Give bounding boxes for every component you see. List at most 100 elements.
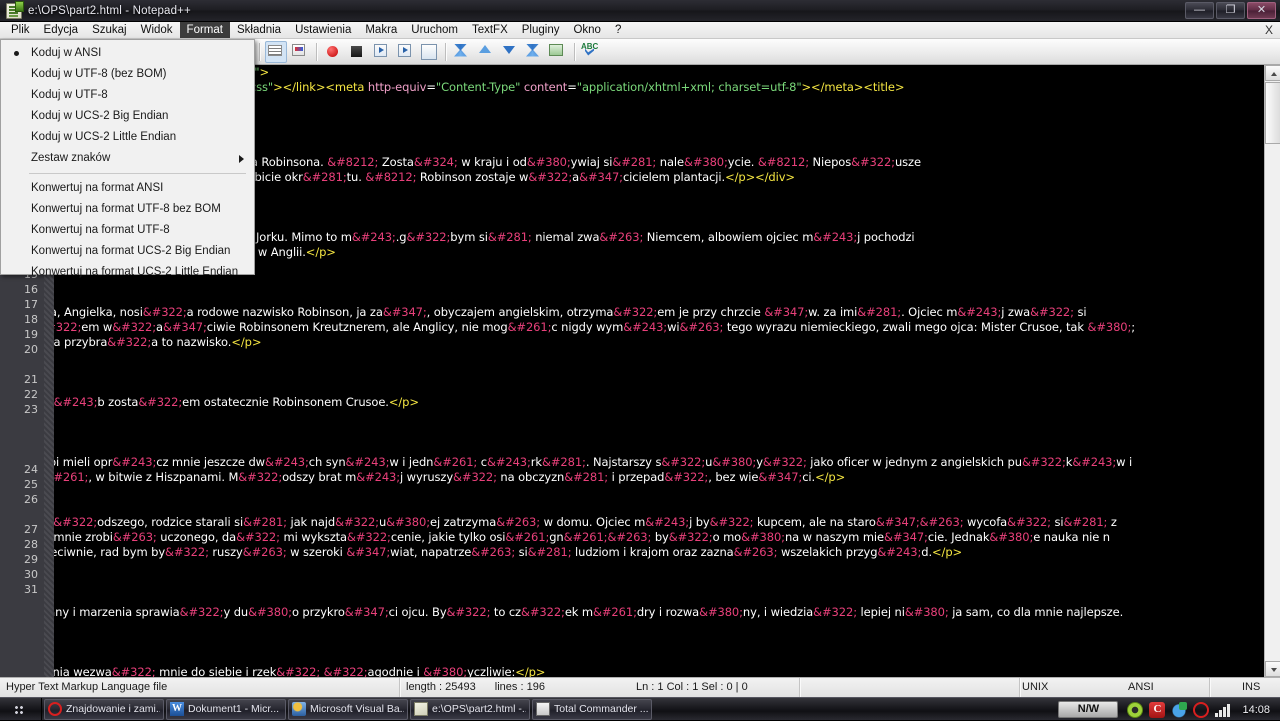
menu-item-koduj-w-ucs-2-little-endian[interactable]: Koduj w UCS-2 Little Endian	[1, 127, 254, 148]
menu-item-format[interactable]: Format	[179, 22, 230, 38]
code-token: Matka moja, Angielka, nosi	[54, 305, 143, 319]
code-token: agodnie i	[367, 665, 424, 677]
code-token: ywiaj si	[570, 155, 613, 169]
menu-item-skladnia[interactable]: Składnia	[230, 22, 288, 38]
menu-item-szukaj[interactable]: Szukaj	[85, 22, 134, 38]
menu-item-help[interactable]: ?	[608, 22, 628, 38]
menu-item-zestaw-znak-w[interactable]: Zestaw znaków	[1, 148, 254, 169]
menu-item-uruchom[interactable]: Uruchom	[404, 22, 465, 38]
taskbar-item-3[interactable]: e:\OPS\part2.html -...	[410, 698, 530, 720]
code-token: &#347;	[344, 605, 389, 619]
network-status-badge[interactable]: N/W	[1058, 701, 1119, 718]
code-token: ciwie Robinsonem Kreutznerem, ale Anglic…	[206, 320, 508, 334]
stop-macro-button[interactable]	[346, 41, 368, 63]
taskbar-item-0[interactable]: Znajdowanie i zami...	[44, 698, 164, 720]
sort-descending-button[interactable]	[451, 41, 473, 63]
format-dropdown-menu[interactable]: Koduj w ANSI Koduj w UTF-8 (bez BOM) Koduj…	[0, 39, 255, 278]
record-macro-button[interactable]	[322, 41, 344, 63]
menu-item-konwertuj-na-format-ucs-2-little-endian[interactable]: Konwertuj na format UCS-2 Little Endian	[1, 262, 254, 283]
code-token: &#263;	[496, 515, 541, 529]
print-preview-button[interactable]	[547, 41, 569, 63]
opera-icon[interactable]	[1193, 701, 1210, 718]
show-indent-guide-button[interactable]	[265, 40, 287, 63]
menu-item-textfx[interactable]: TextFX	[465, 22, 515, 38]
code-line: e w ko&#324;cu ca&#322;a rodzina przybra…	[54, 335, 261, 350]
code-token: </p>	[231, 335, 262, 349]
vertical-scrollbar[interactable]	[1264, 65, 1280, 677]
menu-item-okno[interactable]: Okno	[566, 22, 608, 38]
taskbar-clock[interactable]: 14:08	[1242, 704, 1270, 716]
code-token: &#322;	[54, 320, 82, 334]
code-token: Rodzice moi mieli opr	[54, 455, 113, 469]
status-file-type: Hyper Text Markup Language file	[0, 678, 400, 697]
start-button[interactable]	[0, 698, 42, 720]
code-token: ruszy	[208, 545, 243, 559]
signal-icon[interactable]	[1215, 701, 1232, 718]
menu-item-konwertuj-na-format-utf-8[interactable]: Konwertuj na format UTF-8	[1, 220, 254, 241]
code-token: &#243;	[264, 455, 309, 469]
menu-item-pluginy[interactable]: Pluginy	[515, 22, 567, 38]
menu-item-konwertuj-na-format-utf-8-bez-bom[interactable]: Konwertuj na format UTF-8 bez BOM	[1, 199, 254, 220]
scroll-up-arrow-icon[interactable]	[1265, 65, 1280, 81]
menu-item-plik[interactable]: Plik	[4, 22, 37, 38]
menu-item-koduj-w-utf-8[interactable]: Koduj w UTF-8	[1, 85, 254, 106]
sort-ascending-button[interactable]	[523, 41, 545, 63]
scrollbar-thumb[interactable]	[1265, 82, 1280, 144]
menu-bar: Plik Edycja Szukaj Widok Format Składnia…	[0, 22, 1280, 39]
taskbar-item-1[interactable]: W Dokument1 - Micr...	[166, 698, 286, 720]
code-token: uczonego, da	[156, 530, 237, 544]
code-token: em ostatecznie Robinsonem Crusoe.	[182, 395, 389, 409]
menu-item-konwertuj-na-format-ansi[interactable]: Konwertuj na format ANSI	[1, 178, 254, 199]
play-multiple-macro-button[interactable]	[394, 41, 416, 63]
minimize-button[interactable]: —	[1185, 2, 1214, 19]
close-document-button[interactable]: X	[1265, 23, 1273, 37]
menu-item-koduj-w-utf-8-bez-bom[interactable]: Koduj w UTF-8 (bez BOM)	[1, 64, 254, 85]
menu-item-koduj-w-ucs-2-big-endian[interactable]: Koduj w UCS-2 Big Endian	[1, 106, 254, 127]
toolbar-separator	[445, 42, 446, 61]
ui-style-button[interactable]	[289, 41, 311, 63]
taskbar-item-4[interactable]: Total Commander ...	[532, 698, 652, 720]
hourglass-up-icon	[526, 43, 539, 57]
code-token: , bez wie	[708, 470, 759, 484]
code-token: Robinson zostaje w	[416, 170, 529, 184]
line-number: 21	[24, 373, 38, 386]
menu-item-edycja[interactable]: Edycja	[37, 22, 86, 38]
status-bar: Hyper Text Markup Language file length :…	[0, 677, 1280, 697]
menu-item-koduj-w-ansi[interactable]: Koduj w ANSI	[1, 43, 254, 64]
code-token: "application/xhtml+xml; charset=utf-8"	[576, 80, 802, 94]
menu-item-konwertuj-na-format-ucs-2-big-endian[interactable]: Konwertuj na format UCS-2 Big Endian	[1, 241, 254, 262]
code-token: em w	[81, 320, 113, 334]
menu-item-widok[interactable]: Widok	[134, 22, 180, 38]
code-token: ludziom i krajom oraz zazna	[571, 545, 734, 559]
network-icon[interactable]	[1171, 701, 1188, 718]
code-token: &#263;	[733, 545, 778, 559]
close-button[interactable]: ✕	[1247, 2, 1276, 19]
move-down-button[interactable]	[499, 41, 521, 63]
code-token: ch syn	[308, 455, 346, 469]
code-token: &#322;	[112, 320, 157, 334]
code-token: &#243;	[54, 395, 98, 409]
title-bar[interactable]: e:\OPS\part2.html - Notepad++ — ❐ ✕	[0, 0, 1280, 22]
spellcheck-button[interactable]: ABC	[580, 41, 602, 63]
eye-icon[interactable]	[1127, 701, 1144, 718]
menu-item-makra[interactable]: Makra	[358, 22, 404, 38]
code-token: &#243;	[351, 230, 396, 244]
code-token: y	[756, 455, 763, 469]
code-token: &#347;	[346, 545, 391, 559]
code-line: <p class="paragraph">Rodzice moi mieli o…	[54, 455, 1132, 470]
menu-item-label: Koduj w UTF-8	[31, 89, 108, 101]
code-token: &#281;	[857, 305, 902, 319]
save-macro-button[interactable]	[418, 41, 440, 63]
window-controls: — ❐ ✕	[1185, 2, 1276, 19]
move-up-button[interactable]	[475, 41, 497, 63]
c-icon[interactable]: C	[1149, 701, 1166, 718]
restore-button[interactable]: ❐	[1216, 2, 1245, 19]
taskbar-item-2[interactable]: Microsoft Visual Ba...	[288, 698, 408, 720]
play-macro-button[interactable]	[370, 41, 392, 63]
menu-item-ustawienia[interactable]: Ustawienia	[288, 22, 358, 38]
code-token: w szeroki	[286, 545, 347, 559]
menu-item-label: Koduj w UCS-2 Big Endian	[31, 110, 169, 122]
scroll-down-arrow-icon[interactable]	[1265, 661, 1280, 677]
code-token: &#322;	[661, 455, 706, 469]
code-token: http-equiv	[367, 80, 427, 94]
